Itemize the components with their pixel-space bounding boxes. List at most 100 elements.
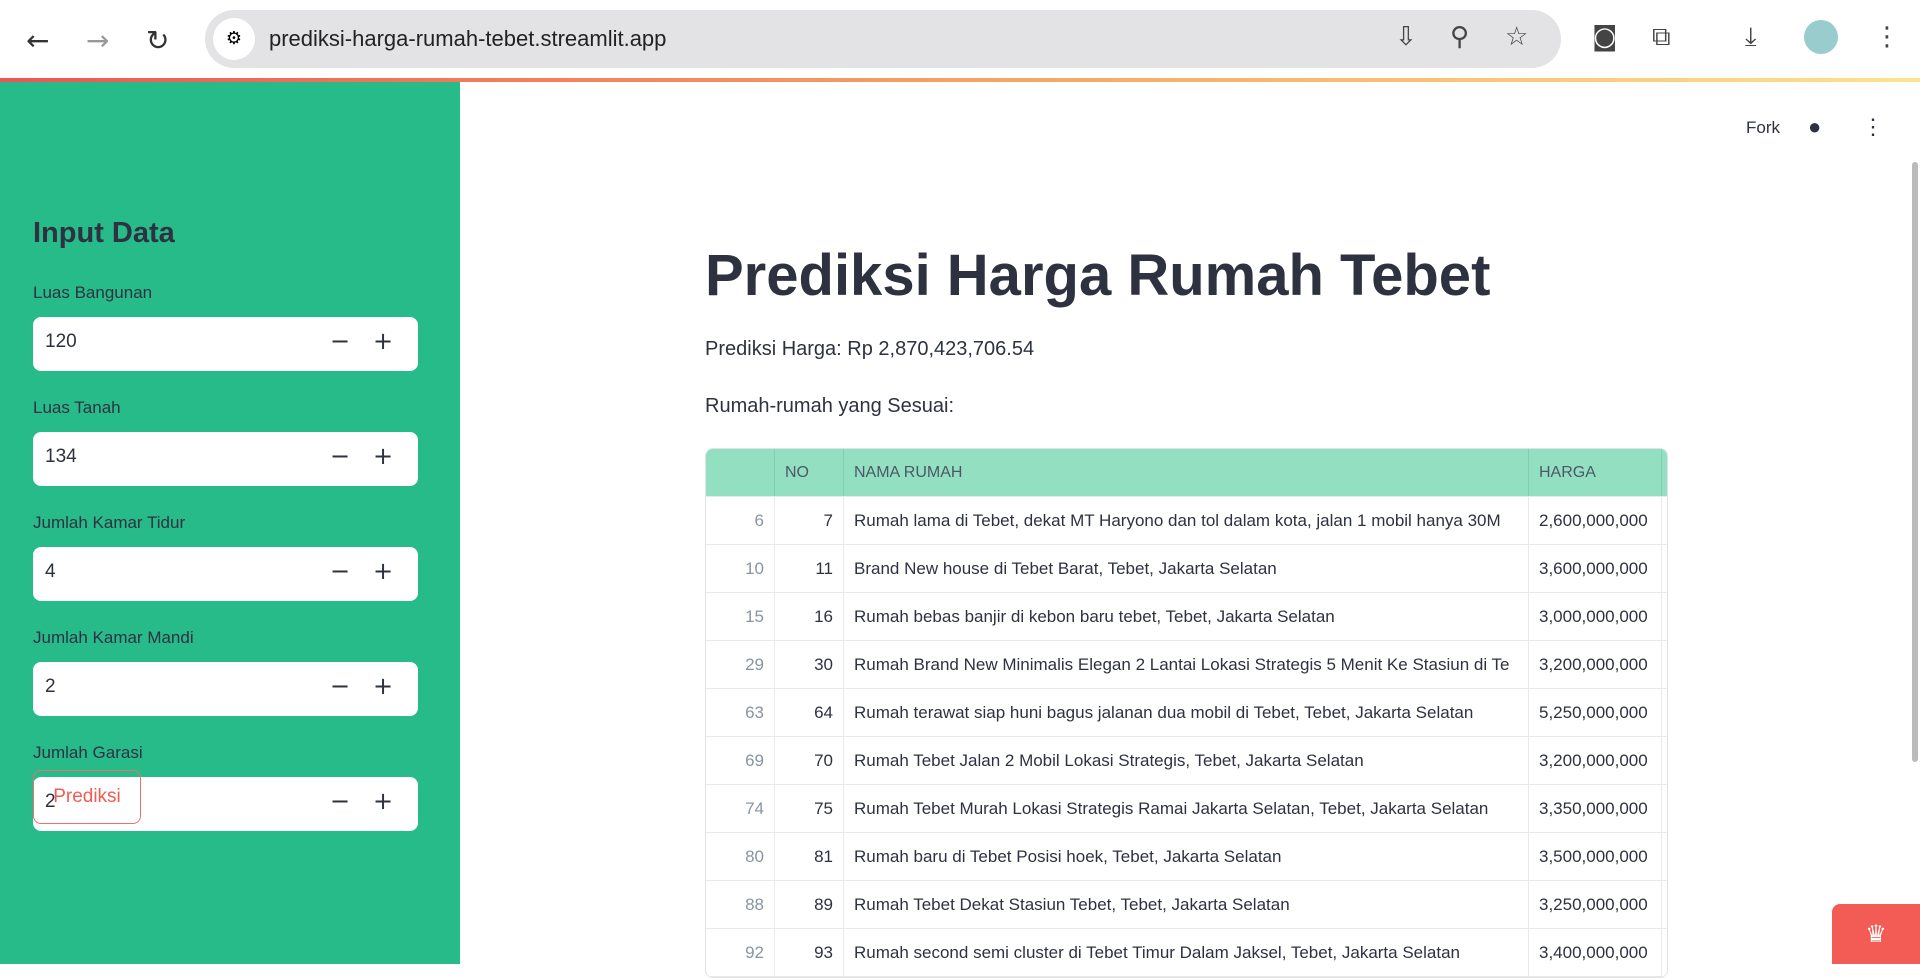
table-cell[interactable]: 3,500,000,000 <box>1529 833 1662 880</box>
browser-toolbar: ← → ↻ ⚙ prediksi-harga-rumah-tebet.strea… <box>0 0 1920 78</box>
address-bar[interactable]: ⚙ prediksi-harga-rumah-tebet.streamlit.a… <box>205 10 1561 68</box>
zoom-icon[interactable]: ⚲ <box>1450 22 1469 52</box>
table-cell[interactable]: 6 <box>706 497 775 544</box>
number-input[interactable]: 120 − + <box>33 317 418 371</box>
bookmark-star-icon[interactable]: ☆ <box>1505 22 1528 52</box>
prediksi-button[interactable]: Prediksi <box>33 770 141 824</box>
field-label: Jumlah Kamar Tidur <box>33 513 186 532</box>
table-cell[interactable]: 30 <box>775 641 844 688</box>
input-value[interactable]: 134 <box>45 446 77 468</box>
input-value[interactable]: 120 <box>45 331 77 353</box>
table-cell[interactable]: 10 <box>706 545 775 592</box>
minus-icon[interactable]: − <box>325 442 355 470</box>
table-cell[interactable]: 69 <box>706 737 775 784</box>
results-table[interactable]: NO NAMA RUMAH HARGA 6 7 Rumah lama di Tebet, … <box>705 448 1668 978</box>
plus-icon[interactable]: + <box>368 442 398 470</box>
table-row[interactable]: 10 11 Brand New house di Tebet Barat, Tebe… <box>706 545 1667 593</box>
streamlit-crown-icon[interactable]: ♛ <box>1832 904 1920 964</box>
forward-icon[interactable]: → <box>86 24 109 57</box>
github-icon[interactable]: ● <box>1808 114 1821 140</box>
number-input[interactable]: 2 − + <box>33 662 418 716</box>
menu-icon[interactable]: ⋮ <box>1874 22 1900 52</box>
number-input[interactable]: 4 − + <box>33 547 418 601</box>
table-cell[interactable]: 70 <box>775 737 844 784</box>
minus-icon[interactable]: − <box>325 787 355 815</box>
table-row[interactable]: 74 75 Rumah Tebet Murah Lokasi Strategis R… <box>706 785 1667 833</box>
table-cell[interactable]: 80 <box>706 833 775 880</box>
table-cell[interactable]: 64 <box>775 689 844 736</box>
table-cell[interactable]: Rumah Brand New Minimalis Elegan 2 Lanta… <box>844 641 1529 688</box>
table-cell[interactable]: 93 <box>775 929 844 976</box>
reload-icon[interactable]: ↻ <box>146 24 169 57</box>
table-row[interactable]: 6 7 Rumah lama di Tebet, dekat MT Haryono … <box>706 497 1667 545</box>
column-header[interactable]: HARGA <box>1529 449 1662 496</box>
table-row[interactable]: 29 30 Rumah Brand New Minimalis Elegan 2 L… <box>706 641 1667 689</box>
table-cell[interactable]: Rumah Tebet Dekat Stasiun Tebet, Tebet, … <box>844 881 1529 928</box>
table-row[interactable]: 69 70 Rumah Tebet Jalan 2 Mobil Lokasi Str… <box>706 737 1667 785</box>
input-value[interactable]: 2 <box>45 676 56 698</box>
fork-button[interactable]: Fork <box>1746 118 1780 138</box>
column-header[interactable]: NAMA RUMAH <box>844 449 1529 496</box>
camera-icon[interactable]: ◙ <box>1592 22 1617 52</box>
plus-icon[interactable]: + <box>368 327 398 355</box>
back-icon[interactable]: ← <box>26 24 49 57</box>
table-cell[interactable]: 3,200,000,000 <box>1529 641 1662 688</box>
more-menu-icon[interactable]: ⋮ <box>1862 114 1884 140</box>
table-row[interactable]: 63 64 Rumah terawat siap huni bagus jalana… <box>706 689 1667 737</box>
download-icon[interactable]: ⤓ <box>1745 22 1757 53</box>
avatar[interactable] <box>1804 20 1838 54</box>
main-content: Fork ● ⋮ Prediksi Harga Rumah Tebet Pred… <box>460 82 1920 978</box>
table-cell[interactable]: Rumah terawat siap huni bagus jalanan du… <box>844 689 1529 736</box>
table-cell[interactable]: 74 <box>706 785 775 832</box>
table-cell[interactable]: 29 <box>706 641 775 688</box>
table-cell[interactable]: 15 <box>706 593 775 640</box>
table-cell[interactable]: 3,250,000,000 <box>1529 881 1662 928</box>
site-settings-icon[interactable]: ⚙ <box>213 18 255 60</box>
column-header[interactable] <box>706 449 775 496</box>
input-value[interactable]: 4 <box>45 561 56 583</box>
table-cell[interactable]: 3,350,000,000 <box>1529 785 1662 832</box>
table-cell[interactable]: Rumah second semi cluster di Tebet Timur… <box>844 929 1529 976</box>
column-header[interactable]: NO <box>775 449 844 496</box>
table-cell[interactable]: 5,250,000,000 <box>1529 689 1662 736</box>
plus-icon[interactable]: + <box>368 787 398 815</box>
table-cell[interactable]: Rumah bebas banjir di kebon baru tebet, … <box>844 593 1529 640</box>
table-cell[interactable]: 3,600,000,000 <box>1529 545 1662 592</box>
page-title: Prediksi Harga Rumah Tebet <box>705 243 1491 308</box>
install-icon[interactable]: ⇩ <box>1395 22 1417 52</box>
table-cell[interactable]: Brand New house di Tebet Barat, Tebet, J… <box>844 545 1529 592</box>
subtitle: Rumah-rumah yang Sesuai: <box>705 395 955 417</box>
number-input[interactable]: 134 − + <box>33 432 418 486</box>
prediction-text: Prediksi Harga: Rp 2,870,423,706.54 <box>705 338 1035 360</box>
table-cell[interactable]: 7 <box>775 497 844 544</box>
table-cell[interactable]: 89 <box>775 881 844 928</box>
minus-icon[interactable]: − <box>325 672 355 700</box>
url-text[interactable]: prediksi-harga-rumah-tebet.streamlit.app <box>269 26 666 52</box>
table-cell[interactable]: Rumah Tebet Jalan 2 Mobil Lokasi Strateg… <box>844 737 1529 784</box>
table-cell[interactable]: 16 <box>775 593 844 640</box>
table-cell[interactable]: 3,200,000,000 <box>1529 737 1662 784</box>
table-cell[interactable]: 3,400,000,000 <box>1529 929 1662 976</box>
minus-icon[interactable]: − <box>325 557 355 585</box>
table-row[interactable]: 15 16 Rumah bebas banjir di kebon baru teb… <box>706 593 1667 641</box>
extensions-icon[interactable]: ⧉ <box>1652 22 1671 53</box>
table-cell[interactable]: 92 <box>706 929 775 976</box>
field-label: Luas Tanah <box>33 398 121 417</box>
table-cell[interactable]: Rumah baru di Tebet Posisi hoek, Tebet, … <box>844 833 1529 880</box>
table-cell[interactable]: 81 <box>775 833 844 880</box>
table-row[interactable]: 80 81 Rumah baru di Tebet Posisi hoek, Teb… <box>706 833 1667 881</box>
table-cell[interactable]: 11 <box>775 545 844 592</box>
table-cell[interactable]: 2,600,000,000 <box>1529 497 1662 544</box>
plus-icon[interactable]: + <box>368 557 398 585</box>
table-row[interactable]: 92 93 Rumah second semi cluster di Tebet T… <box>706 929 1667 977</box>
table-cell[interactable]: 63 <box>706 689 775 736</box>
plus-icon[interactable]: + <box>368 672 398 700</box>
table-cell[interactable]: Rumah lama di Tebet, dekat MT Haryono da… <box>844 497 1529 544</box>
table-cell[interactable]: 75 <box>775 785 844 832</box>
table-row[interactable]: 88 89 Rumah Tebet Dekat Stasiun Tebet, Teb… <box>706 881 1667 929</box>
minus-icon[interactable]: − <box>325 327 355 355</box>
scrollbar[interactable] <box>1910 82 1920 762</box>
table-cell[interactable]: 3,000,000,000 <box>1529 593 1662 640</box>
table-cell[interactable]: 88 <box>706 881 775 928</box>
table-cell[interactable]: Rumah Tebet Murah Lokasi Strategis Ramai… <box>844 785 1529 832</box>
